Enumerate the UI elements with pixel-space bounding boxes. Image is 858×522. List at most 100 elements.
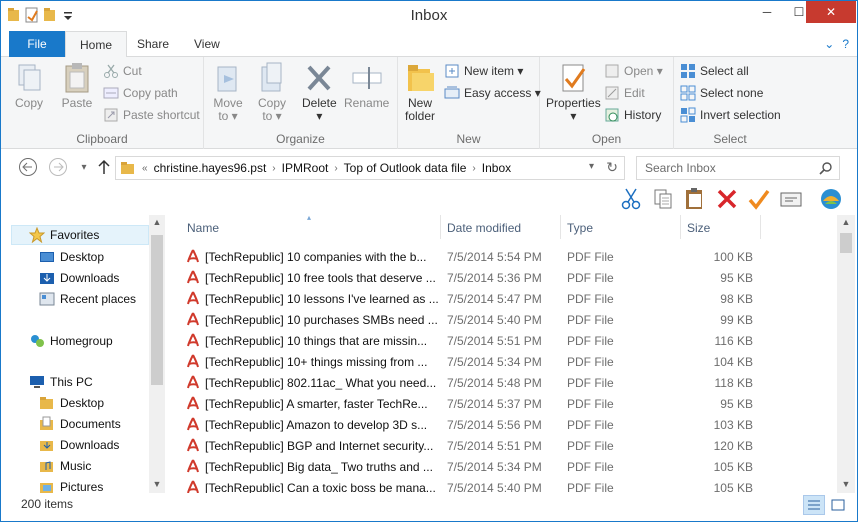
breadcrumb-ipmroot[interactable]: IPMRoot: [282, 161, 329, 175]
table-row[interactable]: [TechRepublic] A smarter, faster TechRe.…: [167, 393, 837, 414]
address-dropdown-icon[interactable]: ▾: [589, 161, 594, 172]
history-button[interactable]: History: [604, 107, 661, 123]
paste-icon[interactable]: [683, 187, 707, 211]
breadcrumb-separator[interactable]: ›: [334, 163, 337, 174]
email-icon[interactable]: [779, 187, 803, 211]
breadcrumb-separator[interactable]: ›: [272, 163, 275, 174]
properties-button[interactable]: Properties ▾: [546, 61, 601, 123]
refresh-icon[interactable]: ↻: [606, 159, 618, 176]
edit-icon: [605, 86, 619, 100]
search-input[interactable]: Search Inbox: [636, 156, 840, 180]
computer-icon: [30, 376, 44, 388]
forward-button[interactable]: [47, 157, 69, 177]
edit-button[interactable]: Edit: [604, 85, 645, 101]
nav-scrollbar[interactable]: ▲ ▼: [149, 215, 165, 493]
tab-share[interactable]: Share: [123, 31, 183, 57]
delete-icon[interactable]: [715, 187, 739, 211]
up-button[interactable]: [93, 157, 115, 177]
easy-access-button[interactable]: Easy access ▾: [444, 85, 541, 101]
column-header-size[interactable]: Size: [681, 215, 761, 239]
nav-documents[interactable]: Documents: [39, 416, 121, 432]
nav-this-pc[interactable]: This PC: [29, 374, 93, 390]
scroll-down-icon[interactable]: ▼: [149, 479, 165, 489]
paste-button[interactable]: Paste: [61, 61, 93, 110]
column-header-date[interactable]: Date modified: [441, 215, 561, 239]
help-icon[interactable]: ?: [842, 37, 849, 51]
list-scrollbar[interactable]: ▲ ▼: [837, 215, 855, 493]
plugin-toolbar: [1, 183, 857, 215]
ribbon-tabs: File Home Share View ⌄ ?: [1, 31, 857, 58]
new-folder-button[interactable]: New folder: [404, 61, 436, 123]
nav-scroll-thumb[interactable]: [151, 235, 163, 385]
table-row[interactable]: [TechRepublic] BGP and Internet security…: [167, 435, 837, 456]
breadcrumb-overflow[interactable]: «: [142, 163, 148, 174]
app-logo-icon[interactable]: [819, 187, 843, 211]
table-row[interactable]: [TechRepublic] 10+ things missing from .…: [167, 351, 837, 372]
table-row[interactable]: [TechRepublic] 10 companies with the b..…: [167, 246, 837, 267]
recent-locations-button[interactable]: ▾: [73, 157, 95, 177]
nav-favorites[interactable]: Favorites: [29, 227, 99, 243]
back-button[interactable]: [17, 157, 39, 177]
breadcrumb-separator[interactable]: ›: [472, 163, 475, 174]
select-none-button[interactable]: Select none: [680, 85, 763, 101]
table-row[interactable]: [TechRepublic] 10 purchases SMBs need ..…: [167, 309, 837, 330]
open-button[interactable]: Open ▾: [604, 63, 663, 79]
tab-file[interactable]: File: [9, 31, 65, 57]
table-row[interactable]: [TechRepublic] 10 free tools that deserv…: [167, 267, 837, 288]
group-label-select: Select: [713, 132, 747, 146]
table-row[interactable]: [TechRepublic] 802.11ac_ What you need..…: [167, 372, 837, 393]
sort-ascending-icon: ▴: [307, 215, 312, 222]
pdf-file-icon: [187, 417, 199, 431]
nav-recent-places[interactable]: Recent places: [39, 291, 136, 307]
nav-homegroup[interactable]: Homegroup: [29, 333, 113, 349]
search-icon[interactable]: [819, 161, 833, 175]
scissors-icon[interactable]: [619, 187, 643, 211]
details-view-button[interactable]: [803, 495, 825, 515]
address-bar[interactable]: « christine.hayes96.pst › IPMRoot › Top …: [115, 156, 625, 180]
breadcrumb-pst[interactable]: christine.hayes96.pst: [154, 161, 267, 175]
tab-home[interactable]: Home: [65, 31, 128, 58]
large-icons-view-button[interactable]: [827, 495, 849, 515]
tab-view[interactable]: View: [180, 31, 234, 57]
list-scroll-thumb[interactable]: [840, 233, 852, 253]
copy-to-button[interactable]: Copy to ▾: [256, 61, 288, 123]
nav-pc-downloads[interactable]: Downloads: [39, 437, 119, 453]
minimize-button[interactable]: ─: [750, 1, 784, 23]
file-name-cell: [TechRepublic] 10 lessons I've learned a…: [187, 291, 439, 306]
checkmark-icon[interactable]: [747, 187, 771, 211]
rename-button[interactable]: Rename: [344, 61, 389, 110]
group-select: Select all Select none Invert selection …: [674, 57, 786, 149]
column-header-type[interactable]: Type: [561, 215, 681, 239]
close-button[interactable]: ✕: [806, 1, 856, 23]
pdf-file-icon: [187, 438, 199, 452]
breadcrumb-inbox[interactable]: Inbox: [482, 161, 511, 175]
copy-button[interactable]: Copy: [13, 61, 45, 110]
table-row[interactable]: [TechRepublic] Amazon to develop 3D s...…: [167, 414, 837, 435]
nav-downloads[interactable]: Downloads: [39, 270, 119, 286]
select-all-button[interactable]: Select all: [680, 63, 749, 79]
column-header-name[interactable]: Name: [167, 215, 441, 239]
nav-pc-desktop[interactable]: Desktop: [39, 395, 104, 411]
copy-icon[interactable]: [651, 187, 675, 211]
new-item-button[interactable]: New item ▾: [444, 63, 523, 79]
scroll-up-icon[interactable]: ▲: [149, 217, 165, 227]
cut-button[interactable]: Cut: [103, 63, 142, 79]
nav-desktop[interactable]: Desktop: [39, 249, 104, 265]
copy-path-button[interactable]: Copy path: [103, 85, 178, 101]
table-row[interactable]: [TechRepublic] Can a toxic boss be mana.…: [167, 477, 837, 493]
table-row[interactable]: [TechRepublic] 10 things that are missin…: [167, 330, 837, 351]
details-view-icon: [808, 500, 820, 510]
expand-ribbon-icon[interactable]: ⌄: [824, 37, 834, 51]
move-to-button[interactable]: Move to ▾: [212, 61, 244, 123]
paste-shortcut-button[interactable]: Paste shortcut: [103, 107, 200, 123]
scroll-up-icon[interactable]: ▲: [838, 217, 854, 227]
copy-path-icon: [103, 87, 119, 99]
table-row[interactable]: [TechRepublic] 10 lessons I've learned a…: [167, 288, 837, 309]
invert-selection-button[interactable]: Invert selection: [680, 107, 781, 123]
delete-button[interactable]: Delete ▾: [302, 61, 337, 123]
nav-music[interactable]: Music: [39, 458, 91, 474]
nav-pictures[interactable]: Pictures: [39, 479, 103, 493]
table-row[interactable]: [TechRepublic] Big data_ Two truths and …: [167, 456, 837, 477]
scroll-down-icon[interactable]: ▼: [838, 479, 854, 489]
breadcrumb-top-of-data-file[interactable]: Top of Outlook data file: [344, 161, 467, 175]
